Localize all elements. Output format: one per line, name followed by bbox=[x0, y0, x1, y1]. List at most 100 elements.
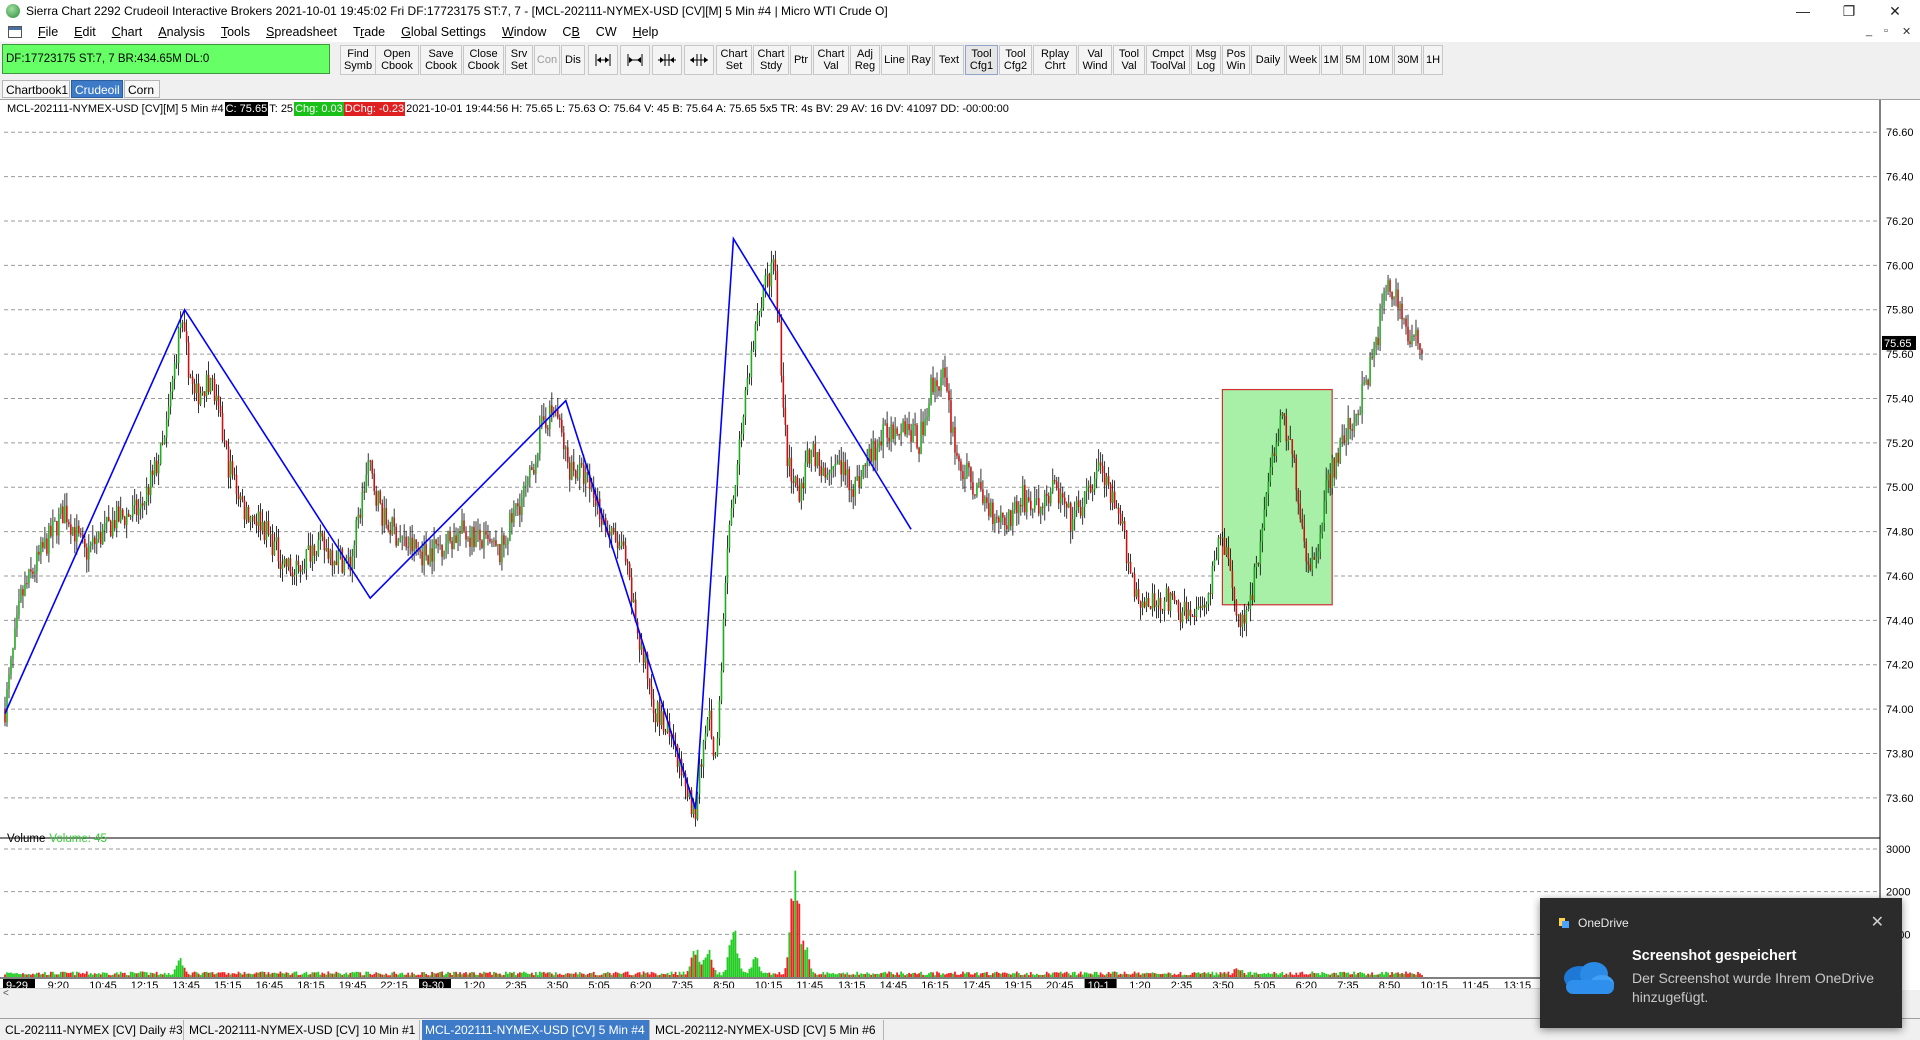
candle-body bbox=[513, 509, 515, 523]
volume-bar bbox=[1075, 975, 1078, 977]
candle-body bbox=[1173, 595, 1176, 601]
toolbar-ptr-button[interactable]: Ptr bbox=[790, 45, 812, 75]
volume-bar bbox=[437, 972, 439, 977]
menu-item-cb[interactable]: CB bbox=[554, 22, 587, 42]
toolbar-find-symb-button[interactable]: Find Symb bbox=[340, 45, 376, 75]
toolbar-val-wind-button[interactable]: Val Wind bbox=[1078, 45, 1112, 75]
menu-item-spreadsheet[interactable]: Spreadsheet bbox=[258, 22, 345, 42]
highlight-zone-rectangle[interactable] bbox=[1221, 388, 1333, 606]
menu-item-global-settings[interactable]: Global Settings bbox=[393, 22, 494, 42]
scale-expand-button[interactable] bbox=[684, 45, 714, 75]
scale-shrink-button[interactable] bbox=[652, 45, 682, 75]
volume-bar bbox=[608, 972, 611, 977]
volume-bar bbox=[686, 971, 689, 977]
candle-body bbox=[18, 601, 20, 615]
toolbar-5m-button[interactable]: 5M bbox=[1342, 45, 1364, 75]
toolbar-save-cbook-button[interactable]: Save Cbook bbox=[420, 45, 462, 75]
toolbar-daily-button[interactable]: Daily bbox=[1251, 45, 1285, 75]
menu-item-edit[interactable]: Edit bbox=[66, 22, 104, 42]
menu-item-chart[interactable]: Chart bbox=[104, 22, 151, 42]
toolbar-pos-win-button[interactable]: Pos Win bbox=[1222, 45, 1250, 75]
candle-body bbox=[1203, 605, 1206, 608]
minimize-button[interactable]: — bbox=[1780, 0, 1826, 22]
chartbook-tab-chartbook1[interactable]: Chartbook1 bbox=[2, 80, 70, 98]
menu-item-trade[interactable]: Trade bbox=[345, 22, 393, 42]
menu-item-file[interactable]: File bbox=[30, 22, 66, 42]
price-chart[interactable]: 76.6076.4076.2076.0075.8075.6075.4075.20… bbox=[0, 100, 1920, 990]
toolbar-adj-reg-button[interactable]: Adj Reg bbox=[850, 45, 880, 75]
volume-bar bbox=[105, 972, 108, 977]
volume-bar bbox=[798, 903, 801, 977]
candle-body bbox=[415, 539, 417, 549]
menu-accelerator: G bbox=[401, 25, 411, 39]
menu-item-help[interactable]: Help bbox=[625, 22, 667, 42]
scroll-left-arrow-icon[interactable]: < bbox=[3, 988, 9, 999]
volume-bar bbox=[259, 971, 262, 977]
toolbar-chart-set-button[interactable]: Chart Set bbox=[716, 45, 752, 75]
candle-body bbox=[1265, 493, 1268, 510]
volume-bar bbox=[626, 971, 629, 977]
zigzag-trendline[interactable] bbox=[4, 236, 912, 810]
toolbar-tool-cfg2-button[interactable]: Tool Cfg2 bbox=[999, 45, 1032, 75]
toolbar-1m-button[interactable]: 1M bbox=[1321, 45, 1341, 75]
candle-body bbox=[842, 461, 845, 475]
toolbar-rplay-chrt-button[interactable]: Rplay Chrt bbox=[1033, 45, 1077, 75]
toolbar-tool-val-button[interactable]: Tool Val bbox=[1113, 45, 1145, 75]
candle-body bbox=[1171, 593, 1174, 596]
candle-body bbox=[896, 428, 898, 434]
bar-spacing-increase-button[interactable] bbox=[620, 45, 650, 75]
notification-close-button[interactable]: ✕ bbox=[1871, 912, 1884, 932]
maximize-button[interactable]: ❐ bbox=[1826, 0, 1872, 22]
chart-window-tab[interactable]: MCL-202112-NYMEX-USD [CV] 5 Min #6 bbox=[652, 1020, 884, 1040]
chart-window-tab[interactable]: MCL-202111-NYMEX-USD [CV] 5 Min #4 bbox=[422, 1020, 650, 1040]
volume-bar bbox=[38, 972, 40, 977]
toolbar-week-button[interactable]: Week bbox=[1286, 45, 1320, 75]
chart-area[interactable]: 76.60 76.40 76.20 76.00 75.80 75.60 75.40 75.20… bbox=[0, 100, 1920, 1000]
candle-body bbox=[1395, 289, 1397, 298]
volume-bar bbox=[487, 972, 489, 977]
toolbar-30m-button[interactable]: 30M bbox=[1394, 45, 1422, 75]
toolbar-line-button[interactable]: Line bbox=[881, 45, 908, 75]
button-label-line1: Con bbox=[536, 53, 558, 66]
candle-body bbox=[1239, 614, 1242, 627]
toolbar-srv-set-button[interactable]: Srv Set bbox=[505, 45, 533, 75]
mdi-minimize-button[interactable]: _ bbox=[1866, 25, 1872, 37]
candle-body bbox=[1195, 608, 1198, 618]
close-window-button[interactable]: ✕ bbox=[1872, 0, 1918, 22]
menu-item-tools[interactable]: Tools bbox=[213, 22, 258, 42]
onedrive-notification[interactable]: OneDrive ✕ Screenshot gespeichert Der Sc… bbox=[1540, 898, 1902, 1028]
toolbar-con-button[interactable]: Con bbox=[534, 45, 560, 75]
toolbar-10m-button[interactable]: 10M bbox=[1365, 45, 1393, 75]
toolbar-text-button[interactable]: Text bbox=[934, 45, 964, 75]
chartbook-tab-corn[interactable]: Corn bbox=[124, 80, 160, 98]
volume-bar bbox=[247, 973, 250, 977]
chartbook-tab-crudeoil[interactable]: Crudeoil bbox=[71, 80, 123, 98]
volume-bar bbox=[762, 973, 765, 977]
menu-item-cw[interactable]: CW bbox=[588, 22, 625, 42]
toolbar-open-cbook-button[interactable]: Open Cbook bbox=[375, 45, 419, 75]
toolbar-cmpct-toolval-button[interactable]: Cmpct ToolVal bbox=[1146, 45, 1190, 75]
menu-item-window[interactable]: Window bbox=[494, 22, 554, 42]
toolbar-1h-button[interactable]: 1H bbox=[1423, 45, 1443, 75]
toolbar-chart-stdy-button[interactable]: Chart Stdy bbox=[753, 45, 789, 75]
candle-body bbox=[1343, 435, 1345, 444]
chart-window-menu-icon[interactable] bbox=[8, 26, 22, 38]
volume-bar bbox=[75, 971, 78, 977]
toolbar-ray-button[interactable]: Ray bbox=[909, 45, 933, 75]
chart-window-tab[interactable]: MCL-202111-NYMEX-USD [CV] 10 Min #1 bbox=[186, 1020, 420, 1040]
mdi-close-button[interactable]: ✕ bbox=[1902, 25, 1911, 38]
toolbar-dis-button[interactable]: Dis bbox=[561, 45, 585, 75]
toolbar-tool-cfg1-button[interactable]: Tool Cfg1 bbox=[965, 45, 998, 75]
volume-bar bbox=[321, 972, 324, 977]
menu-item-analysis[interactable]: Analysis bbox=[150, 22, 213, 42]
volume-bar bbox=[1115, 971, 1118, 977]
toolbar-close-cbook-button[interactable]: Close Cbook bbox=[463, 45, 504, 75]
chart-window-tab[interactable]: CL-202111-NYMEX [CV] Daily #3 bbox=[2, 1020, 184, 1040]
toolbar-chart-val-button[interactable]: Chart Val bbox=[813, 45, 849, 75]
mdi-restore-button[interactable]: ▫ bbox=[1884, 25, 1888, 37]
volume-bar bbox=[1189, 974, 1192, 977]
volume-bar bbox=[538, 971, 541, 977]
bar-spacing-decrease-button[interactable] bbox=[588, 45, 618, 75]
volume-bar bbox=[367, 971, 370, 977]
toolbar-msg-log-button[interactable]: Msg Log bbox=[1191, 45, 1221, 75]
